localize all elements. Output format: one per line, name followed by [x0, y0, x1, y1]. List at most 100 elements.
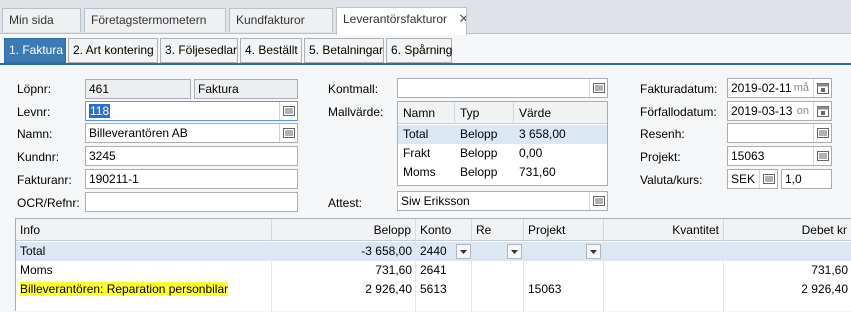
- fakturadatum-label: Fakturadatum:: [640, 82, 718, 96]
- cell-debet[interactable]: 731,60: [724, 261, 851, 280]
- mallvarde-label: Mallvärde:: [328, 105, 384, 119]
- tab-faktura[interactable]: 1. Faktura: [4, 38, 66, 63]
- cell-konto[interactable]: 2641: [416, 261, 472, 280]
- lookup-icon[interactable]: [813, 124, 831, 142]
- namn-value: Billeverantören AB: [89, 126, 188, 140]
- projekt-value: 15063: [731, 149, 765, 163]
- lookup-icon[interactable]: [589, 192, 607, 210]
- attest-field[interactable]: Siw Eriksson: [397, 191, 608, 211]
- lookup-icon[interactable]: [589, 79, 607, 97]
- cell-info[interactable]: Billeverantören: Reparation personbilar: [16, 280, 272, 299]
- document-tab-bar: Min sida Företagstermometern Kundfakturo…: [0, 0, 851, 35]
- column-header-info[interactable]: Info: [16, 219, 272, 241]
- mall-cell-varde[interactable]: 0,00: [514, 144, 607, 163]
- forfallodatum-value: 2019-03-13: [731, 104, 793, 118]
- levnr-field[interactable]: 118: [85, 101, 298, 121]
- fakturadatum-value: 2019-02-11: [731, 81, 792, 95]
- namn-field[interactable]: Billeverantören AB: [85, 123, 298, 143]
- lopnr-label: Löpnr:: [17, 82, 52, 96]
- lookup-icon[interactable]: [279, 102, 297, 120]
- kontmall-label: Kontmall:: [328, 82, 379, 96]
- lookup-icon[interactable]: [813, 147, 831, 165]
- namn-label: Namn:: [17, 127, 53, 141]
- kontmall-field[interactable]: [397, 78, 608, 98]
- kurs-field[interactable]: 1,0: [781, 169, 832, 189]
- mall-cell-typ[interactable]: Belopp: [455, 125, 514, 144]
- tab-label: Företagstermometern: [91, 13, 207, 27]
- valuta-label: Valuta/kurs:: [640, 173, 703, 187]
- tab-label: Leverantörsfakturor: [343, 12, 448, 26]
- column-header-typ[interactable]: Typ: [455, 102, 514, 124]
- resenh-field[interactable]: [727, 123, 832, 143]
- cell-info[interactable]: Moms: [16, 261, 272, 280]
- column-header-re[interactable]: Re: [472, 219, 524, 241]
- resenh-label: Resenh:: [640, 127, 685, 141]
- attest-label: Attest:: [328, 196, 363, 210]
- mall-cell-namn[interactable]: Frakt: [398, 144, 455, 163]
- chevron-down-icon[interactable]: [586, 244, 601, 259]
- calendar-icon[interactable]: [813, 102, 831, 120]
- cell-projekt[interactable]: 15063: [524, 280, 604, 299]
- cell-debet[interactable]: 2 926,40: [724, 280, 851, 299]
- mall-cell-varde[interactable]: 3 658,00: [514, 125, 607, 144]
- mall-cell-varde[interactable]: 731,60: [514, 163, 607, 182]
- lookup-icon[interactable]: [279, 124, 297, 142]
- ocr-field[interactable]: [85, 192, 298, 212]
- cell-projekt[interactable]: [524, 261, 604, 280]
- ocr-label: OCR/Refnr:: [17, 196, 80, 210]
- column-header-namn[interactable]: Namn: [398, 102, 455, 124]
- cell-belopp[interactable]: 731,60: [272, 261, 416, 280]
- kundnr-field[interactable]: 3245: [85, 146, 298, 166]
- calendar-icon[interactable]: [813, 79, 831, 97]
- tab-foljesedlar[interactable]: 3. Följesedlar: [160, 38, 238, 63]
- fakturanr-label: Fakturanr:: [17, 173, 72, 187]
- weekday-hint: må: [793, 82, 809, 94]
- tab-foretagstermometern[interactable]: Företagstermometern: [84, 8, 226, 32]
- tab-bestallt[interactable]: 4. Beställt: [240, 38, 302, 63]
- invoice-lines-grid: Info Belopp Konto Re Projekt Kvantitet D…: [15, 218, 851, 312]
- mall-cell-typ[interactable]: Belopp: [455, 163, 514, 182]
- forfallodatum-field[interactable]: 2019-03-13 on: [727, 101, 832, 121]
- tab-betalningar[interactable]: 5. Betalningar: [304, 38, 384, 63]
- mall-cell-typ[interactable]: Belopp: [455, 144, 514, 163]
- lopnr-field: 461: [85, 79, 191, 99]
- valuta-field[interactable]: SEK: [727, 169, 778, 189]
- column-header-projekt[interactable]: Projekt: [524, 219, 604, 241]
- highlighted-text: Billeverantören: Reparation personbilar: [20, 282, 229, 296]
- tab-min-sida[interactable]: Min sida: [2, 8, 81, 32]
- column-header-belopp[interactable]: Belopp: [272, 219, 416, 241]
- mall-cell-namn[interactable]: Moms: [398, 163, 455, 182]
- chevron-down-icon[interactable]: [456, 244, 471, 259]
- mall-cell-namn[interactable]: Total: [398, 125, 455, 144]
- chevron-down-icon[interactable]: [507, 244, 522, 259]
- cell-debet[interactable]: [724, 242, 851, 261]
- tab-label: Min sida: [9, 13, 54, 27]
- lookup-icon[interactable]: [759, 170, 777, 188]
- tab-kundfakturor[interactable]: Kundfakturor: [229, 8, 333, 32]
- invoice-sub-tab-bar: 1. Faktura 2. Art kontering 3. Följesedl…: [0, 35, 851, 65]
- valuta-value: SEK: [731, 172, 756, 186]
- tab-sparning[interactable]: 6. Spårning: [386, 38, 452, 63]
- document-type-field: Faktura: [194, 79, 298, 99]
- levnr-value: 118: [89, 104, 111, 118]
- projekt-field[interactable]: 15063: [727, 146, 832, 166]
- fakturadatum-field[interactable]: 2019-02-11 må: [727, 78, 832, 98]
- column-header-konto[interactable]: Konto: [416, 219, 472, 241]
- projekt-label: Projekt:: [640, 150, 681, 164]
- mallvarde-grid: Namn Typ Värde Total Belopp 3 658,00 Fra…: [397, 101, 608, 186]
- cell-info[interactable]: Total: [16, 242, 272, 261]
- column-header-debet[interactable]: Debet kr: [724, 219, 851, 241]
- close-icon[interactable]: ✕: [458, 11, 466, 26]
- tab-leverantorsfakturor[interactable]: Leverantörsfakturor ✕: [336, 7, 467, 35]
- weekday-hint: on: [796, 105, 809, 117]
- fakturanr-field[interactable]: 190211-1: [85, 169, 298, 189]
- tab-art-kontering[interactable]: 2. Art kontering: [68, 38, 158, 63]
- cell-konto[interactable]: 5613: [416, 280, 472, 299]
- levnr-label: Levnr:: [17, 105, 51, 119]
- column-header-kvantitet[interactable]: Kvantitet: [604, 219, 724, 241]
- cell-konto[interactable]: 2440: [416, 242, 456, 261]
- column-header-varde[interactable]: Värde: [514, 102, 607, 124]
- cell-belopp[interactable]: -3 658,00: [272, 242, 416, 261]
- attest-value: Siw Eriksson: [401, 194, 470, 208]
- cell-belopp[interactable]: 2 926,40: [272, 280, 416, 299]
